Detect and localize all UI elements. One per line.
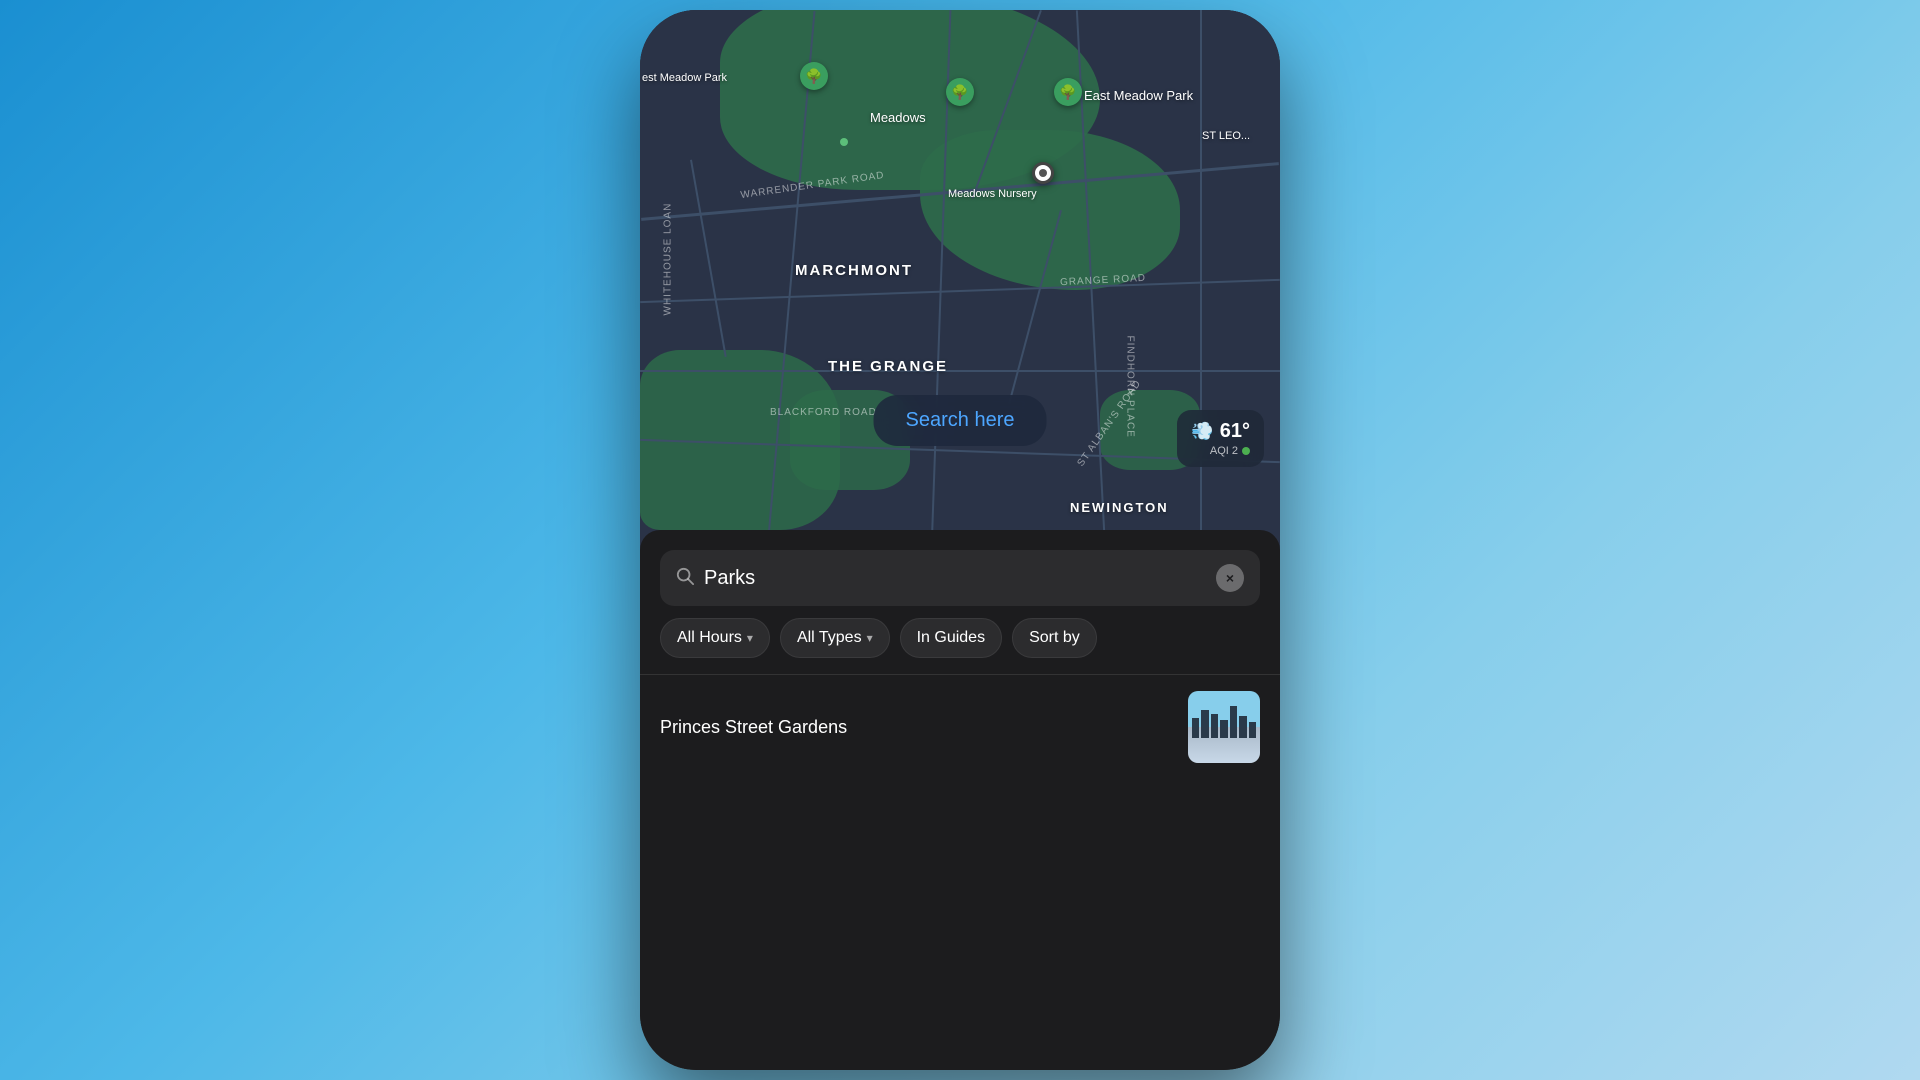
sort-by-label: Sort by [1029,629,1080,647]
east-meadow-pin[interactable]: 🌳 [1054,78,1082,106]
meadows-pin[interactable]: 🌳 [946,78,974,106]
weather-temp: 61° [1220,420,1250,443]
filter-all-hours[interactable]: All Hours ▾ [660,618,770,658]
thumb-building-1 [1192,718,1199,738]
west-meadow-pin[interactable]: 🌳 [800,62,828,90]
result-name: Princes Street Gardens [660,717,1174,738]
filter-chips: All Hours ▾ All Types ▾ In Guides Sort b… [640,618,1280,674]
in-guides-label: In Guides [917,629,985,647]
result-text: Princes Street Gardens [660,717,1174,738]
bottom-sheet: Parks × All Hours ▾ All Types ▾ In Guide… [640,530,1280,1070]
result-thumbnail [1188,691,1260,763]
search-bar[interactable]: Parks × [660,550,1260,606]
weather-top: 💨 61° [1191,420,1250,443]
weather-icon: 💨 [1191,421,1213,442]
aqi-dot [1242,447,1250,455]
clear-search-button[interactable]: × [1216,564,1244,592]
result-item-princes-street[interactable]: Princes Street Gardens [640,674,1280,779]
weather-aqi: AQI 2 [1210,445,1250,457]
user-location [1032,162,1054,184]
phone-device: WARRENDER PARK ROAD GRANGE ROAD BLACKFOR… [640,10,1280,1070]
the-grange-label: THE GRANGE [828,358,948,375]
filter-all-types[interactable]: All Types ▾ [780,618,890,658]
thumb-building-7 [1249,722,1256,738]
thumb-building-3 [1211,714,1218,738]
map-area[interactable]: WARRENDER PARK ROAD GRANGE ROAD BLACKFOR… [640,10,1280,550]
thumb-building-6 [1239,716,1246,738]
weather-widget: 💨 61° AQI 2 [1177,410,1264,467]
all-types-label: All Types [797,629,862,647]
aqi-label: AQI 2 [1210,445,1238,457]
filter-in-guides[interactable]: In Guides [900,618,1002,658]
all-hours-label: All Hours [677,629,742,647]
filter-sort-by[interactable]: Sort by [1012,618,1097,658]
meadows-nursery-label: Meadows Nursery [948,188,1037,200]
thumb-buildings [1188,706,1260,738]
all-types-chevron-icon: ▾ [867,631,873,645]
phone-screen: WARRENDER PARK ROAD GRANGE ROAD BLACKFOR… [640,10,1280,1070]
marchmont-label: MARCHMONT [795,262,913,279]
east-meadow-label: East Meadow Park [1084,88,1193,103]
search-bar-container: Parks × [640,530,1280,618]
thumb-building-4 [1220,720,1227,738]
road-label-whitehouse: WHITEHOUSE LOAN [663,203,674,316]
search-input-value[interactable]: Parks [704,567,1206,590]
all-hours-chevron-icon: ▾ [747,631,753,645]
search-icon [676,567,694,590]
road-label-blackford: BLACKFORD ROAD [770,407,877,418]
thumb-image [1188,691,1260,763]
st-leo-label: ST LEO... [1202,130,1250,142]
meadows-label: Meadows [870,110,926,125]
search-here-button[interactable]: Search here [874,395,1047,446]
thumb-building-2 [1201,710,1208,738]
road-h3 [640,370,1280,372]
road-v4 [1200,10,1202,550]
west-meadow-label: est Meadow Park [642,72,727,84]
small-location-dot [840,138,848,146]
newington-label: NEWINGTON [1070,500,1169,515]
thumb-building-5 [1230,706,1237,738]
